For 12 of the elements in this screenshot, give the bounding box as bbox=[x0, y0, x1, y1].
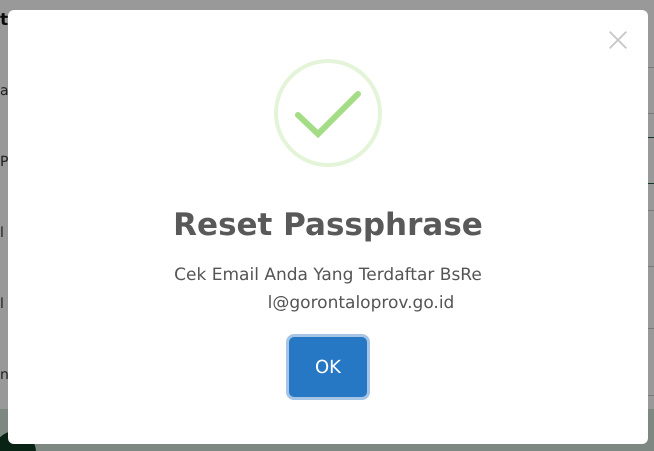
ok-button[interactable]: OK bbox=[289, 337, 367, 397]
page-text: l bbox=[0, 295, 5, 314]
page-text: l bbox=[0, 224, 5, 243]
email-address: l@gorontaloprov.go.id bbox=[268, 292, 454, 315]
page-text: a bbox=[0, 82, 10, 101]
page-text: t bbox=[0, 9, 10, 32]
dialog-title: Reset Passphrase bbox=[173, 206, 483, 245]
page-text: n bbox=[0, 366, 10, 385]
page-text: P bbox=[0, 153, 10, 172]
dialog-message: Cek Email Anda Yang Terdaftar BsRe bbox=[174, 264, 482, 287]
close-icon[interactable] bbox=[608, 30, 628, 50]
checkmark-icon bbox=[272, 57, 384, 169]
